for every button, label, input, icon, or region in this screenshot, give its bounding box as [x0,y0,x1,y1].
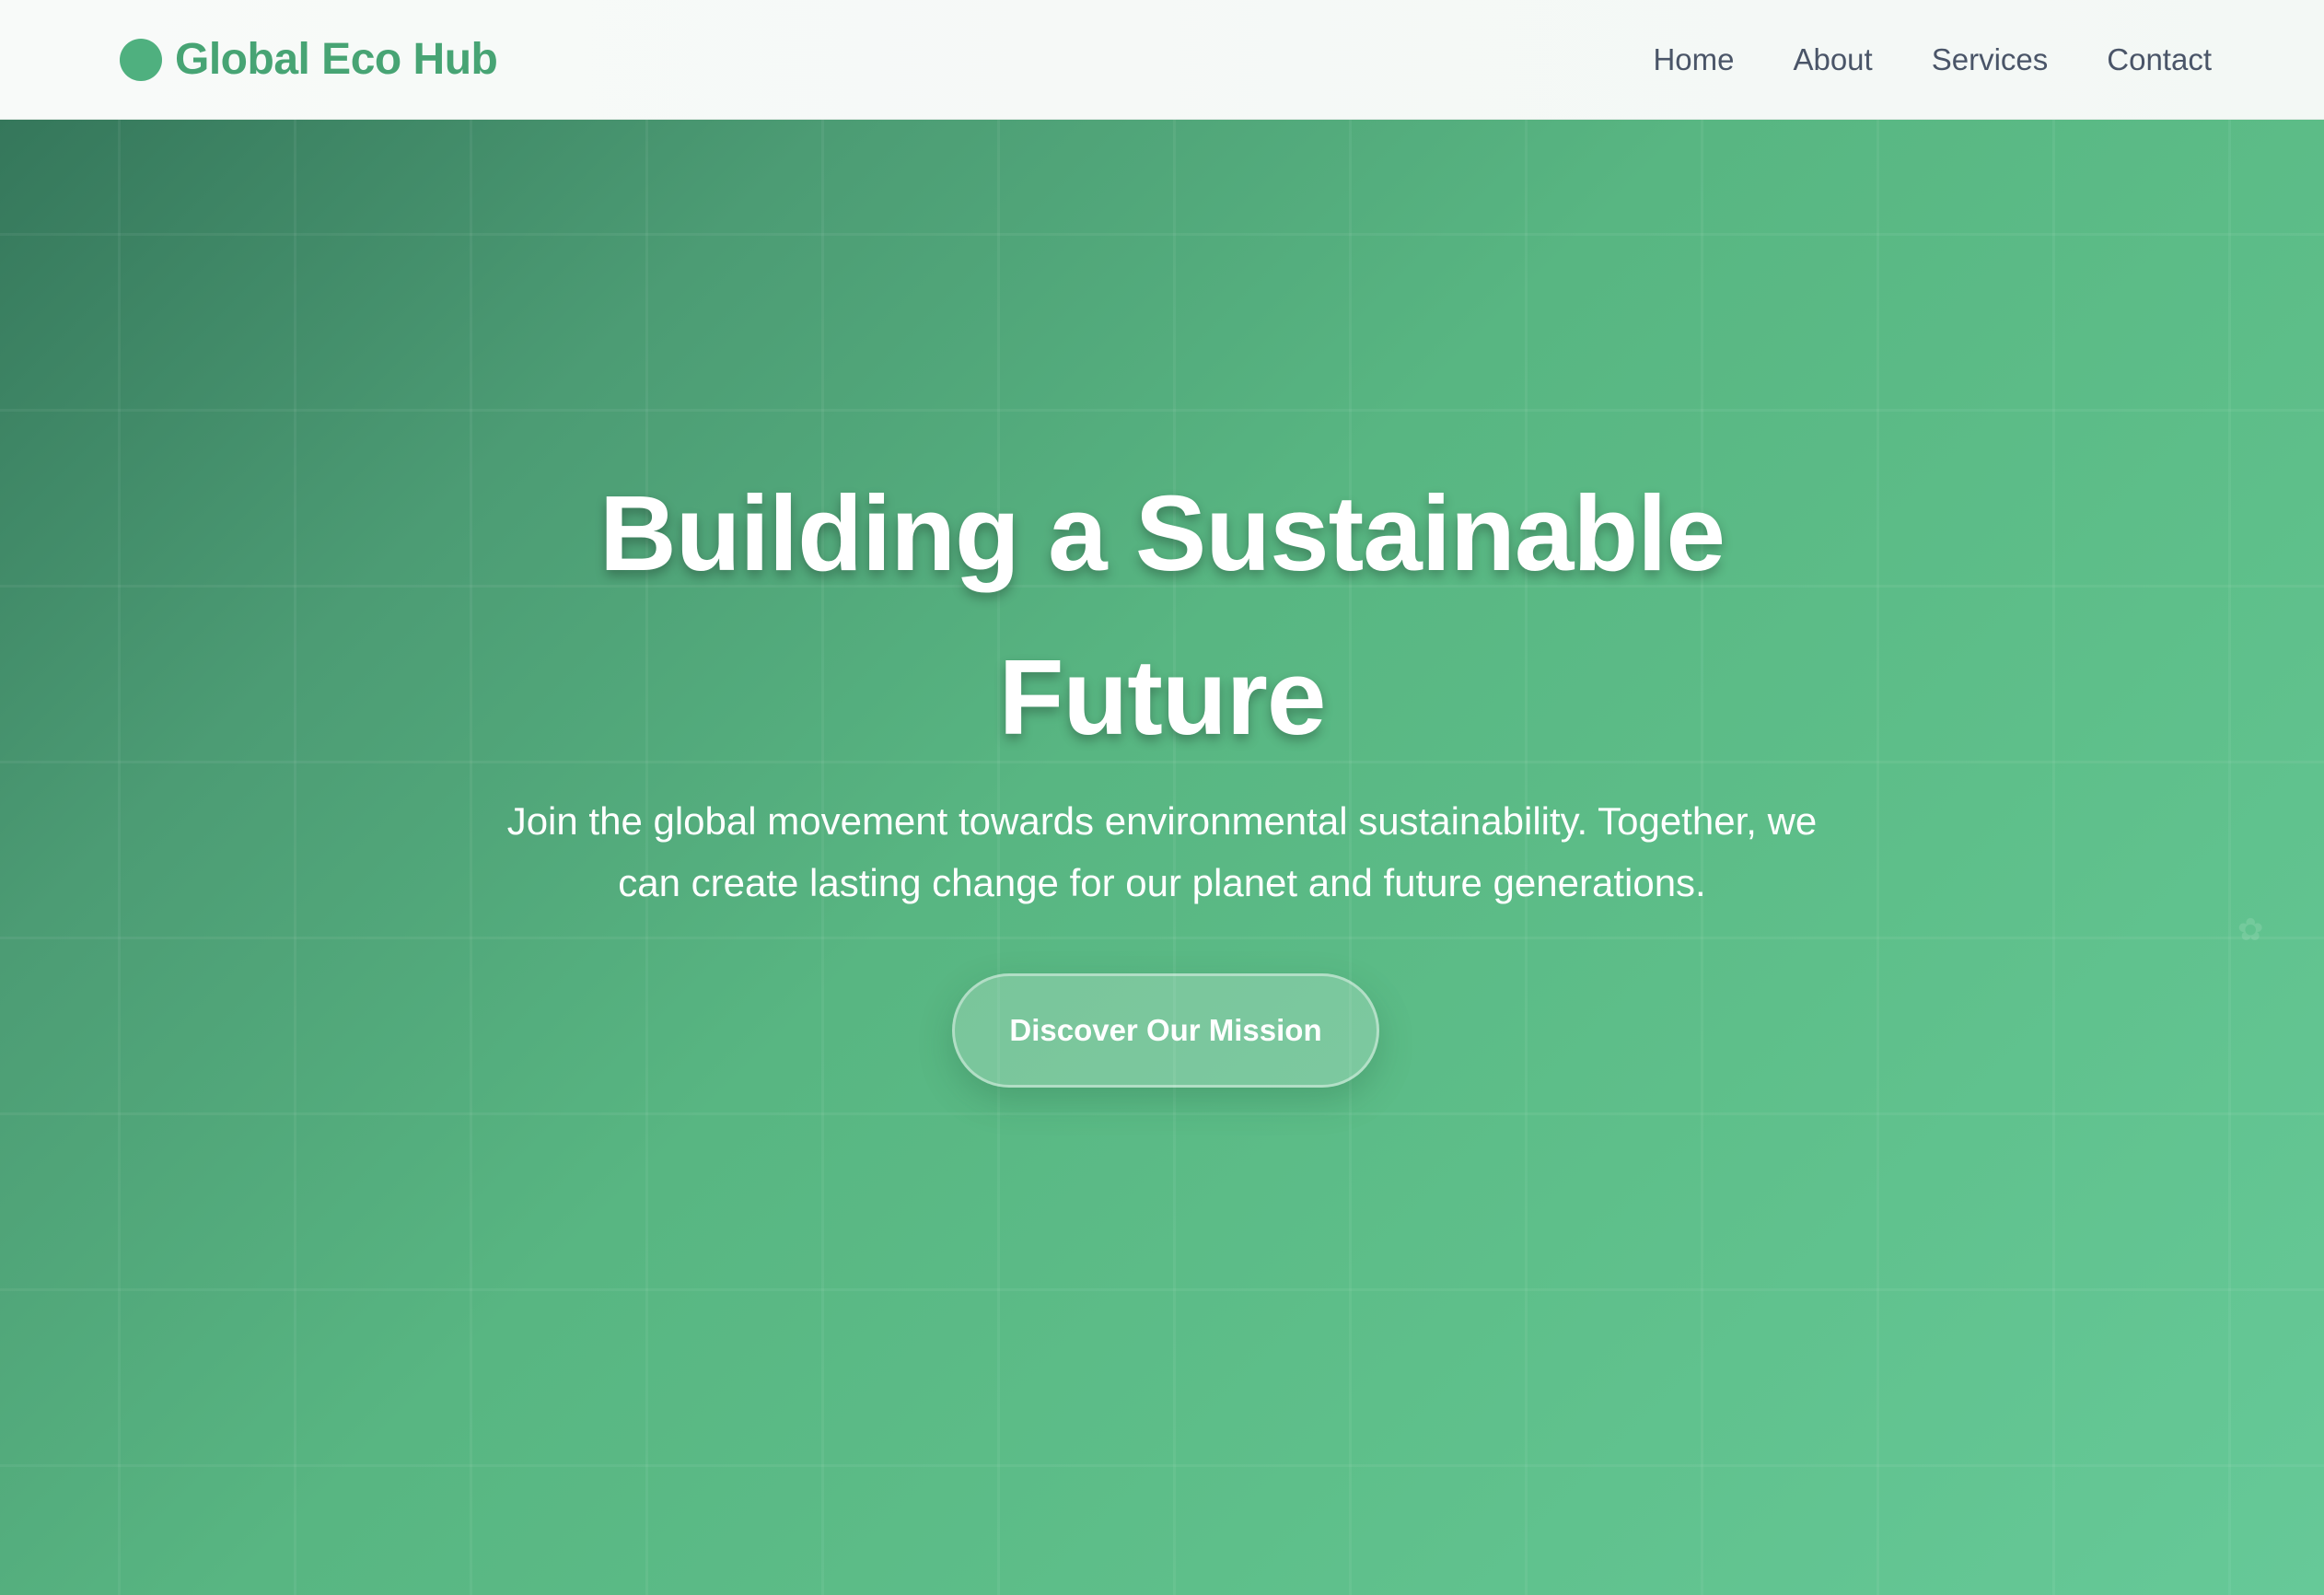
nav-link-contact[interactable]: Contact [2107,42,2212,76]
brand-logo-link[interactable]: Global Eco Hub [120,34,498,85]
eco-globe-icon [120,38,162,81]
hero-subtitle: Join the global movement towards environ… [506,799,1818,904]
nav-link-about[interactable]: About [1793,42,1872,76]
hero-section: Building a Sustainable Future Join the g… [0,120,2324,1595]
discover-mission-button[interactable]: Discover Our Mission [952,973,1379,1088]
nav-item-home: Home [1653,42,1734,77]
nav-link-services[interactable]: Services [1932,42,2049,76]
main-nav: Home About Services Contact [1653,42,2212,77]
nav-item-about: About [1793,42,1872,77]
top-navbar: Global Eco Hub Home About Services Conta… [0,0,2324,120]
nav-links: Home About Services Contact [1653,42,2212,77]
leaf-decoration-icon: ✿ [2237,913,2264,948]
nav-item-services: Services [1932,42,2049,77]
nav-item-contact: Contact [2107,42,2212,77]
hero-title: Building a Sustainable Future [599,473,1726,757]
nav-link-home[interactable]: Home [1653,42,1734,76]
brand-name: Global Eco Hub [175,35,498,84]
